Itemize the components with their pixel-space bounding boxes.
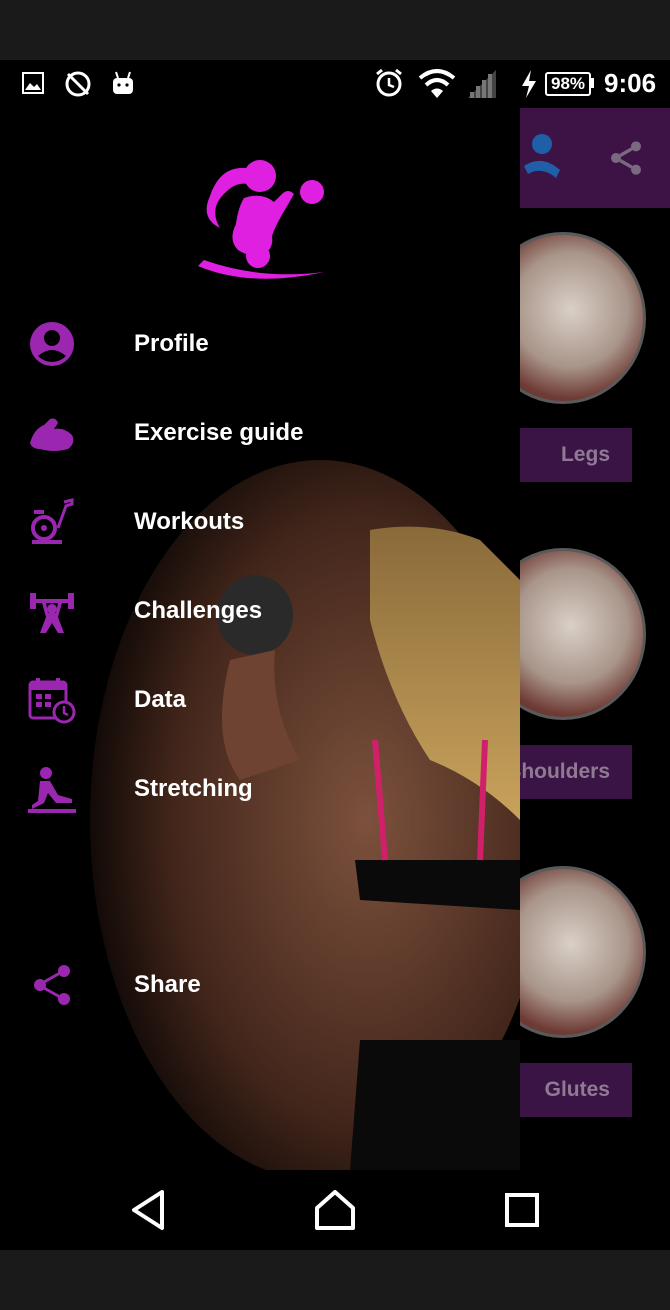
phone-screen: Legs Shoulders Glutes Profile Exercise g… (0, 60, 670, 1250)
category-label: Shoulders (507, 760, 610, 783)
charging-icon (522, 70, 536, 98)
menu-item-exercise-guide[interactable]: Exercise guide (0, 393, 520, 473)
menu-item-share[interactable]: Share (0, 945, 520, 1025)
menu-item-workouts[interactable]: Workouts (0, 482, 520, 562)
battery-tip (590, 78, 594, 88)
system-nav-bar (0, 1170, 670, 1250)
fitness-woman-logo-icon (198, 160, 324, 279)
app-toolbar (520, 108, 670, 208)
bottom-frame (0, 1250, 670, 1310)
screen: Legs Shoulders Glutes Profile Exercise g… (0, 0, 670, 1310)
weightlifter-icon (30, 593, 74, 633)
back-icon[interactable] (128, 1188, 172, 1232)
menu-label: Profile (134, 330, 209, 357)
clock: 9:06 (604, 68, 657, 98)
stretching-icon (28, 767, 76, 813)
recents-icon[interactable] (500, 1188, 544, 1232)
menu-item-profile[interactable]: Profile (0, 304, 520, 384)
menu-item-challenges[interactable]: Challenges (0, 571, 520, 651)
navigation-drawer: Profile Exercise guide Workouts Challeng… (0, 60, 520, 1170)
app-logo-icon (524, 134, 560, 178)
wifi-icon (418, 69, 456, 98)
share-icon[interactable] (606, 138, 646, 178)
menu-label: Data (134, 686, 187, 713)
menu-label: Challenges (134, 597, 263, 624)
home-icon[interactable] (313, 1188, 357, 1232)
android-icon (113, 71, 133, 94)
menu-item-data[interactable]: Data (0, 660, 520, 740)
alarm-icon (376, 68, 402, 97)
status-bar: 98% 9:06 (0, 60, 670, 108)
menu-label: Share (134, 971, 201, 998)
menu-item-stretching[interactable]: Stretching (0, 749, 520, 829)
menu-label: Workouts (134, 508, 245, 535)
profile-icon (30, 322, 74, 366)
exercise-bike-icon (31, 498, 74, 544)
image-icon (22, 72, 44, 94)
battery-level: 98% (545, 72, 591, 96)
category-label: Legs (560, 443, 610, 466)
menu-label: Exercise guide (134, 419, 304, 446)
share-icon (34, 965, 70, 1005)
bicep-icon (30, 418, 74, 451)
no-sync-icon (65, 71, 91, 97)
calendar-clock-icon (28, 678, 76, 724)
signal-icon (468, 70, 496, 98)
top-frame (0, 0, 670, 60)
category-label: Glutes (544, 1078, 610, 1101)
menu-label: Stretching (134, 775, 253, 802)
